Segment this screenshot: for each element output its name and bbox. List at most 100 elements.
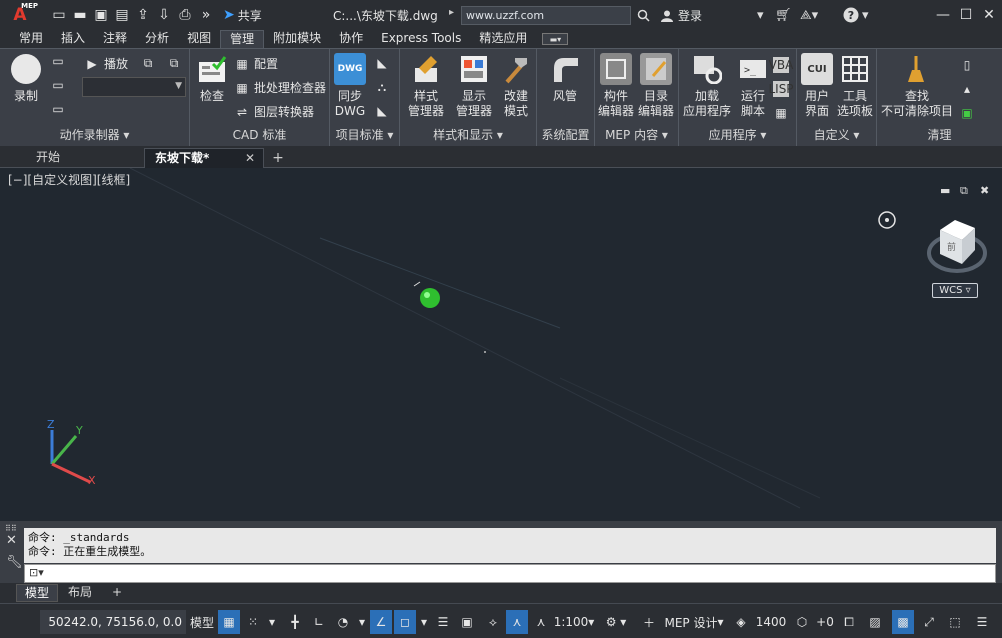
command-grip[interactable]: ⠿⠿ ✕ 🔧︎	[0, 521, 24, 583]
search-icon[interactable]	[633, 6, 653, 25]
search-input[interactable]	[461, 6, 631, 25]
help-icon[interactable]: ? ▾	[843, 4, 869, 26]
catalog-editor-button[interactable]: 目录 编辑器	[638, 53, 674, 119]
tab-collaborate[interactable]: 协作	[330, 30, 372, 48]
style-manager-button[interactable]: 样式 管理器	[408, 53, 444, 119]
customize-menu-icon[interactable]: ☰	[970, 610, 994, 634]
lineweight-icon[interactable]: ☰	[432, 610, 454, 634]
cart-icon[interactable]: 🛒︎	[775, 4, 792, 26]
clean-screen-icon[interactable]: ⤢	[918, 610, 940, 634]
tab-featured-apps[interactable]: 精选应用	[470, 30, 536, 48]
isolate-icon[interactable]: ▨	[864, 610, 886, 634]
infer-constraints-icon[interactable]: ╋	[284, 610, 306, 634]
purge-icon[interactable]: ▯	[959, 57, 975, 73]
login-dropdown-icon[interactable]: ▾	[757, 4, 764, 26]
annotation-visibility-icon[interactable]: ⋏	[506, 610, 528, 634]
command-customize-icon[interactable]: 🔧︎	[6, 555, 23, 570]
sync-dwg-button[interactable]: DWG 同步 DWG	[334, 53, 366, 119]
sync-setting-icon[interactable]: ⛬	[374, 79, 390, 95]
tab-insert[interactable]: 插入	[52, 30, 94, 48]
login-button[interactable]: 登录	[660, 7, 702, 24]
close-tab-icon[interactable]: ✕	[245, 149, 255, 167]
request-input-icon[interactable]: ▭	[50, 101, 66, 117]
record-button[interactable]: 录制	[10, 53, 42, 104]
more-icon[interactable]: »	[197, 6, 215, 24]
audit-icon[interactable]: ▣	[959, 105, 975, 121]
macro-dropdown[interactable]: ▼	[82, 77, 186, 97]
grid-icon[interactable]: ▦	[218, 610, 240, 634]
elevation-offset[interactable]: +0	[814, 610, 836, 634]
project-std-icon[interactable]: ◣	[374, 55, 390, 71]
tab-view[interactable]: 视图	[178, 30, 220, 48]
vba-icon[interactable]: VBA	[769, 57, 793, 73]
tab-manage[interactable]: 管理	[220, 30, 265, 48]
display-manager-button[interactable]: 显示 管理器	[456, 53, 492, 119]
upload-icon[interactable]: ⇪	[134, 6, 152, 24]
snap-icon[interactable]: ⁙	[242, 610, 264, 634]
manage-actions-icon[interactable]: ⧉	[166, 55, 182, 71]
panel-title-app[interactable]: 应用程序 ▾	[679, 126, 796, 143]
message-icon[interactable]: ▭	[50, 53, 66, 69]
duct-button[interactable]: 风管	[549, 53, 581, 104]
share-button[interactable]: ➤ 共享	[223, 7, 262, 24]
viewcube[interactable]: 前	[927, 220, 987, 273]
layer-translator-button[interactable]: ⇌ 图层转换器	[234, 103, 314, 120]
path-more-icon[interactable]: ▸	[449, 7, 454, 18]
transparency-icon[interactable]: ▣	[456, 610, 478, 634]
panel-title-custom[interactable]: 自定义 ▾	[797, 126, 876, 143]
find-nonpurgeable-button[interactable]: 查找 不可清除项目	[881, 53, 953, 119]
app-logo[interactable]: A MEP	[0, 0, 40, 30]
grip-dots-icon[interactable]: ⠿⠿	[5, 524, 17, 533]
autodesk-icon[interactable]: ⟁▾	[800, 4, 818, 26]
hardware-accel-icon[interactable]: ▩	[892, 610, 914, 634]
panel-title-style[interactable]: 样式和显示 ▾	[400, 126, 536, 143]
preferences-icon[interactable]: ⧉	[140, 55, 156, 71]
load-app-button[interactable]: 加载 应用程序	[683, 53, 731, 119]
polar-icon[interactable]: ◔	[332, 610, 354, 634]
tab-start[interactable]: 开始	[26, 148, 142, 168]
viewport-restore-icon[interactable]: ⧉	[960, 184, 968, 198]
minimize-icon[interactable]: —	[932, 4, 954, 26]
tab-file[interactable]: 东坡下载* ✕	[144, 148, 264, 168]
model-space-toggle[interactable]: 模型	[188, 610, 216, 634]
add-tab-button[interactable]: +	[266, 149, 290, 167]
object-display-icon[interactable]: ⧠	[838, 610, 860, 634]
selection-cycling-icon[interactable]: ⟡	[482, 610, 504, 634]
run-script-button[interactable]: >_ 运行 脚本	[737, 53, 769, 119]
osnap-icon[interactable]: ◻	[394, 610, 416, 634]
coordinates-readout[interactable]: 50242.0, 75156.0, 0.0	[40, 610, 186, 634]
mep-design-menu[interactable]: MEP 设计 ▾	[662, 610, 726, 634]
osnap-dropdown-icon[interactable]: ▾	[418, 610, 430, 634]
overkill-icon[interactable]: ▴	[959, 81, 975, 97]
play-button[interactable]: ▶ 播放	[84, 55, 128, 72]
orbit-icon[interactable]	[878, 211, 896, 229]
elevation-value[interactable]: 1400	[754, 610, 788, 634]
tab-analyze[interactable]: 分析	[136, 30, 178, 48]
download-icon[interactable]: ⇩	[155, 6, 173, 24]
fullscreen-icon[interactable]: ⬚	[944, 610, 966, 634]
polar-dropdown-icon[interactable]: ▾	[356, 610, 368, 634]
green-point[interactable]	[420, 288, 440, 308]
insert-message-icon[interactable]: ▭	[50, 77, 66, 93]
close-icon[interactable]: ✕	[978, 4, 1000, 26]
cube-icon[interactable]: ⬡	[792, 610, 812, 634]
maximize-icon[interactable]: ☐	[955, 4, 977, 26]
command-input[interactable]: ⊡▾	[24, 564, 996, 583]
tab-addins[interactable]: 附加模块	[264, 30, 330, 48]
ribbon-toggle-icon[interactable]: ▬▾	[542, 33, 569, 45]
ortho-icon[interactable]: ∟	[308, 610, 330, 634]
viewport-close-icon[interactable]: ✖	[980, 184, 989, 197]
tab-annotate[interactable]: 注释	[94, 30, 136, 48]
snap-dropdown-icon[interactable]: ▾	[266, 610, 278, 634]
new-icon[interactable]: ▭	[50, 6, 68, 24]
check-button[interactable]: 检查	[196, 53, 228, 104]
add-layout-button[interactable]: +	[104, 584, 130, 602]
batch-check-button[interactable]: ▦ 批处理检查器	[234, 79, 326, 96]
annotation-autoscale-icon[interactable]: ⋏	[530, 610, 552, 634]
elevation-icon[interactable]: ◈	[730, 610, 752, 634]
tab-layout[interactable]: 布局	[60, 584, 100, 602]
workspace-icon[interactable]: ⚙ ▾	[598, 610, 634, 634]
command-prompt-icon[interactable]: ⊡▾	[29, 566, 44, 579]
open-icon[interactable]: ▬	[71, 6, 89, 24]
panel-title-mep[interactable]: MEP 内容 ▾	[595, 126, 678, 143]
